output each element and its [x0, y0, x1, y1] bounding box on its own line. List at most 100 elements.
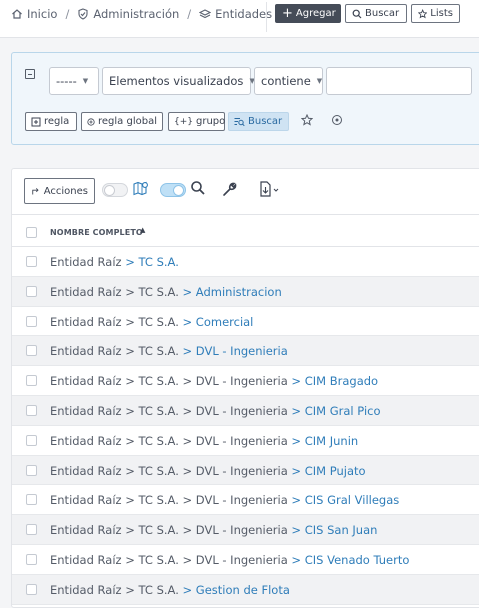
row-checkbox[interactable] — [26, 464, 37, 476]
add-rule-label: regla — [44, 116, 70, 127]
export-file-icon[interactable] — [258, 180, 284, 198]
run-search-button[interactable]: Buscar — [228, 112, 289, 131]
condition-select[interactable]: contiene ▼ — [254, 67, 323, 95]
star-icon — [418, 8, 428, 18]
search-icon[interactable] — [190, 180, 206, 196]
column-header-nombre-completo[interactable]: NOMBRE COMPLETO — [50, 228, 143, 237]
breadcrumb: Inicio / Administración / Entidades — [11, 7, 272, 21]
row-checkbox[interactable] — [26, 375, 37, 387]
path-segment: TC S.A. — [138, 344, 179, 359]
entity-link[interactable]: CIM Pujato — [305, 464, 366, 478]
toggle-switch[interactable] — [102, 183, 128, 197]
breadcrumb-label: Administración — [93, 7, 180, 21]
table-row[interactable]: Entidad Raíz > TC S.A. > DVL - Ingenieri… — [12, 336, 479, 367]
path-separator: > — [121, 404, 139, 418]
search-filter-panel: ----- ▼ Elementos visualizados ▼ contien… — [11, 52, 479, 145]
entity-link[interactable]: Comercial — [196, 315, 254, 329]
corner-arrow-icon — [32, 188, 39, 195]
plus-icon: + — [282, 6, 293, 21]
row-checkbox[interactable] — [26, 285, 37, 297]
entity-link[interactable]: Administracion — [196, 285, 282, 299]
path-segment: DVL - Ingenieria — [195, 404, 288, 418]
results-panel: Acciones NOMBRE COMPLETO ▲ Entidad Raíz … — [11, 168, 479, 608]
entity-link[interactable]: CIS San Juan — [305, 523, 378, 537]
reset-circle-icon[interactable] — [331, 114, 343, 126]
search-icon — [352, 9, 362, 18]
map-marker-icon[interactable] — [132, 180, 150, 198]
entity-link[interactable]: CIM Bragado — [305, 374, 378, 388]
path-separator: > — [287, 463, 305, 478]
entity-link[interactable]: CIM Junin — [305, 434, 358, 448]
path-segment: TC S.A. — [138, 284, 179, 299]
table-row[interactable]: Entidad Raíz > TC S.A. > DVL - Ingenieri… — [12, 426, 479, 456]
row-checkbox[interactable] — [26, 315, 37, 327]
row-full-name: Entidad Raíz > TC S.A. > DVL - Ingenieri… — [50, 404, 381, 418]
search-button[interactable]: Buscar — [345, 4, 407, 23]
row-checkbox[interactable] — [26, 524, 37, 536]
lists-button[interactable]: Lists — [411, 4, 460, 23]
row-full-name: Entidad Raíz > TC S.A. > Comercial — [50, 315, 253, 329]
row-checkbox[interactable] — [26, 405, 37, 416]
entity-link[interactable]: Gestion de Flota — [196, 583, 290, 597]
caret-down-icon: ▼ — [316, 77, 323, 85]
path-segment: TC S.A. — [138, 553, 179, 567]
toggle-switch-active[interactable] — [160, 183, 186, 197]
table-row[interactable]: Entidad Raíz > TC S.A. > DVL - Ingenieri… — [12, 545, 479, 575]
breadcrumb-item-inicio[interactable]: Inicio — [11, 7, 57, 21]
path-separator: > — [287, 433, 305, 448]
table-row[interactable]: Entidad Raíz > TC S.A. — [12, 247, 479, 277]
table-row[interactable]: Entidad Raíz > TC S.A. > Comercial — [12, 307, 479, 337]
star-icon[interactable] — [301, 114, 313, 126]
row-full-name: Entidad Raíz > TC S.A. > DVL - Ingenieri… — [50, 464, 366, 478]
entity-link[interactable]: CIS Gral Villegas — [305, 493, 400, 507]
path-separator: > — [121, 374, 139, 389]
path-root: Entidad Raíz — [50, 582, 122, 597]
table-row[interactable]: Entidad Raíz > TC S.A. > DVL - Ingenieri… — [12, 396, 479, 426]
field-select[interactable]: Elementos visualizados ▼ — [102, 67, 255, 95]
breadcrumb-item-administracion[interactable]: Administración — [77, 7, 179, 21]
path-segment: TC S.A. — [138, 582, 179, 597]
path-root: Entidad Raíz — [50, 404, 122, 418]
path-separator: > — [178, 344, 196, 359]
path-root: Entidad Raíz — [50, 463, 122, 478]
row-checkbox[interactable] — [26, 583, 37, 595]
path-separator: > — [287, 374, 305, 389]
collapse-icon[interactable] — [25, 69, 35, 79]
table-row[interactable]: Entidad Raíz > TC S.A. > Administracion — [12, 276, 479, 307]
add-group-button[interactable]: {+} grupo — [168, 112, 225, 131]
entity-link[interactable]: DVL - Ingenieria — [196, 344, 288, 358]
row-full-name: Entidad Raíz > TC S.A. — [50, 255, 179, 269]
header-divider — [266, 2, 267, 32]
row-checkbox[interactable] — [26, 345, 37, 357]
add-global-rule-button[interactable]: regla global — [81, 112, 163, 131]
wrench-icon[interactable] — [221, 180, 239, 198]
entity-link[interactable]: CIS Venado Tuerto — [305, 553, 410, 567]
entity-link[interactable]: CIM Gral Pico — [305, 404, 381, 418]
sort-asc-icon[interactable]: ▲ — [140, 226, 145, 234]
value-input[interactable] — [326, 67, 472, 95]
table-row[interactable]: Entidad Raíz > TC S.A. > Gestion de Flot… — [12, 574, 479, 605]
select-all-checkbox[interactable] — [26, 227, 37, 238]
operator-select[interactable]: ----- ▼ — [49, 67, 99, 95]
add-rule-button[interactable]: regla — [25, 112, 77, 131]
row-checkbox[interactable] — [26, 434, 37, 446]
actions-button[interactable]: Acciones — [24, 178, 95, 204]
row-checkbox[interactable] — [26, 256, 37, 267]
path-separator: > — [178, 314, 196, 329]
table-row[interactable]: Entidad Raíz > TC S.A. > DVL - Ingenieri… — [12, 485, 479, 516]
table-row[interactable]: Entidad Raíz > TC S.A. > DVL - Ingenieri… — [12, 515, 479, 545]
row-checkbox[interactable] — [26, 554, 37, 565]
path-separator: > — [178, 463, 196, 478]
table-row[interactable]: Entidad Raíz > TC S.A. > DVL - Ingenieri… — [12, 455, 479, 486]
add-button[interactable]: + Agregar — [275, 4, 341, 23]
table-row[interactable]: Entidad Raíz > TC S.A. > DVL - Ingenieri… — [12, 366, 479, 396]
breadcrumb-item-entidades[interactable]: Entidades — [199, 7, 272, 21]
entity-link[interactable]: TC S.A. — [139, 255, 179, 269]
plus-square-icon — [31, 117, 41, 126]
row-checkbox[interactable] — [26, 494, 37, 506]
top-bar: Inicio / Administración / Entidades + Ag… — [0, 0, 479, 38]
row-full-name: Entidad Raíz > TC S.A. > Gestion de Flot… — [50, 583, 290, 597]
path-separator: > — [121, 255, 139, 269]
globe-plus-icon — [87, 117, 95, 126]
path-segment: TC S.A. — [138, 433, 179, 448]
